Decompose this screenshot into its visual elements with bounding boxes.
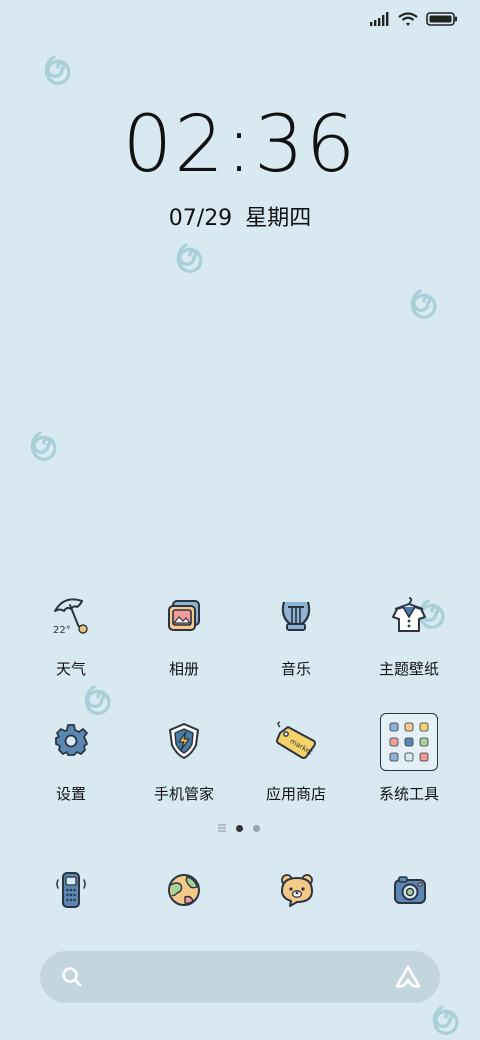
dock-camera[interactable]: [380, 860, 440, 920]
app-label: 手机管家: [153, 785, 214, 803]
status-bar: [370, 8, 458, 30]
clock-date[interactable]: 07/29 星期四: [0, 200, 480, 232]
security-shield-icon: [169, 723, 199, 759]
phone-icon: [56, 872, 86, 908]
app-theme[interactable]: 主题壁纸: [353, 586, 465, 679]
search-bar[interactable]: [40, 951, 440, 1003]
app-store-tag-icon: market: [276, 721, 316, 759]
wifi-icon: [398, 12, 418, 26]
app-store[interactable]: market 应用商店: [240, 711, 352, 804]
app-system-tools[interactable]: 系统工具: [353, 711, 465, 804]
date-label: 07/29: [168, 206, 233, 231]
weather-umbrella-icon: 22°: [53, 598, 88, 636]
assistant-icon[interactable]: [394, 964, 422, 990]
app-label: 应用商店: [265, 785, 326, 803]
music-lyre-icon: [281, 601, 311, 631]
app-music[interactable]: 音乐: [240, 586, 352, 679]
app-label: 天气: [55, 660, 86, 678]
system-tools-folder-icon: [389, 722, 429, 762]
messages-bear-icon: [281, 874, 313, 907]
search-icon[interactable]: [60, 965, 84, 989]
dock-messages[interactable]: [267, 860, 327, 920]
app-label: 音乐: [280, 660, 311, 678]
camera-icon: [394, 876, 426, 904]
swirl-decoration: [30, 431, 57, 461]
page-dot[interactable]: [253, 824, 260, 832]
browser-globe-icon: [168, 874, 200, 906]
app-settings[interactable]: 设置: [15, 711, 127, 804]
menu-lines-icon: [218, 824, 226, 832]
page-dot-active[interactable]: [236, 824, 243, 832]
swirl-decoration: [176, 243, 203, 273]
weekday-label: 星期四: [245, 206, 312, 231]
signal-icon: [370, 12, 389, 26]
app-label: 系统工具: [378, 785, 439, 803]
app-gallery[interactable]: 相册: [128, 586, 240, 679]
dock-browser[interactable]: [154, 860, 214, 920]
page-indicator[interactable]: [218, 824, 260, 832]
app-label: 主题壁纸: [378, 660, 439, 678]
dock-phone[interactable]: [41, 860, 101, 920]
settings-gear-icon: [55, 724, 88, 756]
app-label: 设置: [55, 785, 86, 803]
swirl-decoration: [410, 289, 437, 319]
theme-shirt-icon: [392, 597, 426, 632]
gallery-icon: [168, 600, 200, 631]
app-security[interactable]: 手机管家: [128, 711, 240, 804]
weather-temp: 22°: [53, 625, 71, 636]
swirl-decoration: [44, 55, 71, 85]
battery-icon: [426, 12, 457, 26]
app-label: 相册: [168, 660, 199, 678]
swirl-decoration: [432, 1005, 459, 1035]
clock-time[interactable]: 02:36: [0, 100, 480, 190]
app-weather[interactable]: 22° 天气: [15, 586, 127, 679]
